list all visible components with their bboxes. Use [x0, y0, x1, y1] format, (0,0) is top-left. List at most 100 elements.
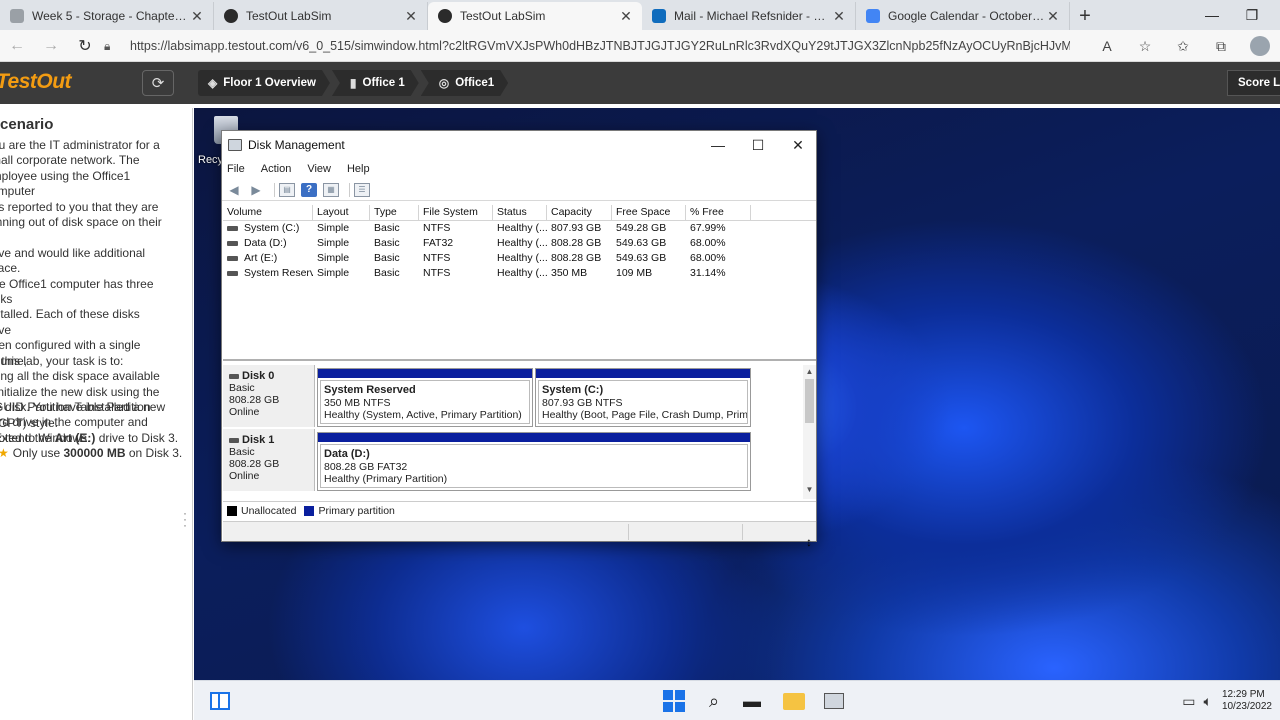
column-volume[interactable]: Volume	[223, 205, 313, 220]
url-text: https://labsimapp.testout.com/v6_0_515/s…	[130, 39, 1070, 53]
display-icon[interactable]: ▭	[1182, 693, 1195, 710]
resize-cursor-icon: ↕	[806, 535, 812, 549]
drive-icon	[227, 270, 238, 276]
console-tree-icon[interactable]: ▤	[279, 182, 295, 197]
column-type[interactable]: Type	[370, 205, 419, 220]
task-intro: In this lab, your task is to:	[0, 354, 124, 368]
tab-title: Google Calendar - October 2022	[888, 9, 1045, 23]
system-tray: ▭ 🔈︎ 12:29 PM 10/23/2022	[1182, 689, 1272, 713]
maximize-icon[interactable]: ☐	[738, 131, 778, 159]
browser-tab-bar: Week 5 - Storage - Chapter 5 - 2 ✕ TestO…	[0, 0, 1280, 30]
column-spacer	[751, 205, 816, 220]
column-capacity[interactable]: Capacity	[547, 205, 612, 220]
column-layout[interactable]: Layout	[313, 205, 370, 220]
minimize-icon[interactable]: —	[698, 131, 738, 159]
partition-system-reserved[interactable]: System Reserved 350 MB NTFS Healthy (Sys…	[317, 368, 533, 427]
favorite-add-icon[interactable]: ☆	[1126, 38, 1164, 55]
score-lab-button[interactable]: Score Lab	[1227, 70, 1280, 96]
outlook-favicon-icon	[652, 9, 666, 23]
browser-tab-2[interactable]: TestOut LabSim ✕	[214, 2, 428, 30]
taskview-panel-icon[interactable]	[208, 689, 232, 713]
table-row[interactable]: System (C:) Simple Basic NTFS Healthy (.…	[223, 221, 816, 236]
browser-tab-1[interactable]: Week 5 - Storage - Chapter 5 - 2 ✕	[0, 2, 214, 30]
star-icon: ★	[0, 446, 9, 460]
scenario-title: Scenario	[0, 116, 54, 133]
search-icon[interactable]: ⌕	[702, 689, 726, 713]
layers-icon: ◈	[208, 76, 218, 90]
browser-tab-4[interactable]: Mail - Michael Refsnider - Outlook ✕	[642, 2, 856, 30]
disk-icon	[229, 373, 239, 379]
tab-favicon-icon	[224, 9, 238, 23]
help-icon[interactable]: ?	[301, 182, 317, 197]
back-arrow-icon[interactable]: ◀	[226, 183, 242, 197]
restore-icon[interactable]: ❐	[1232, 0, 1272, 30]
tab-favicon-icon	[10, 9, 24, 23]
reload-icon[interactable]: ↻	[68, 30, 102, 62]
forward-arrow-icon[interactable]: ▶	[248, 183, 264, 197]
window-titlebar[interactable]: Disk Management — ☐ ✕	[222, 131, 816, 159]
table-row[interactable]: System Reserved Simple Basic NTFS Health…	[223, 266, 816, 281]
panel-resize-grip-icon[interactable]: · · ·	[180, 507, 190, 532]
collections-icon[interactable]: ⧉	[1202, 38, 1240, 55]
tab-close-icon[interactable]: ✕	[618, 8, 634, 25]
column-file-system[interactable]: File System	[419, 205, 493, 220]
toolbar: ◀ ▶ ▤ ? ▦ ☰	[222, 179, 816, 201]
address-bar: ← → ↻ 🔒︎ https://labsimapp.testout.com/v…	[0, 30, 1280, 62]
table-row[interactable]: Data (D:) Simple Basic FAT32 Healthy (..…	[223, 236, 816, 251]
menu-help[interactable]: Help	[347, 163, 370, 175]
column-percent-free[interactable]: % Free	[686, 205, 751, 220]
file-explorer-icon[interactable]	[782, 689, 806, 713]
refresh-icon: ⟳	[151, 75, 165, 92]
start-icon[interactable]	[662, 689, 686, 713]
disk-view-scrollbar[interactable]: ▲ ▼	[803, 365, 816, 499]
column-status[interactable]: Status	[493, 205, 547, 220]
favorites-icon[interactable]: ✩	[1164, 38, 1202, 55]
properties-icon[interactable]: ▦	[323, 182, 339, 197]
partition-legend: Unallocated Primary partition	[223, 501, 816, 519]
testout-logo: TestOut	[0, 70, 72, 93]
tab-close-icon[interactable]: ✕	[189, 8, 205, 25]
browser-tab-5[interactable]: Google Calendar - October 2022 ✕	[856, 2, 1070, 30]
table-row[interactable]: Art (E:) Simple Basic NTFS Healthy (... …	[223, 251, 816, 266]
breadcrumb-office[interactable]: ▮ Office 1	[332, 70, 419, 96]
task-view-icon[interactable]: ▬	[740, 689, 764, 713]
tab-close-icon[interactable]: ✕	[1045, 8, 1061, 25]
drive-icon	[227, 225, 238, 231]
menu-bar: File Action View Help	[222, 159, 816, 179]
disk-label-0[interactable]: Disk 0 Basic 808.28 GB Online	[223, 365, 315, 427]
volume-list: Volume Layout Type File System Status Ca…	[223, 205, 816, 361]
menu-action[interactable]: Action	[261, 163, 292, 175]
tab-close-icon[interactable]: ✕	[831, 8, 847, 25]
menu-file[interactable]: File	[227, 163, 245, 175]
partition-system-c[interactable]: System (C:) 807.93 GB NTFS Healthy (Boot…	[535, 368, 751, 427]
read-aloud-icon[interactable]: A	[1088, 38, 1126, 54]
scrollbar-thumb[interactable]	[805, 379, 814, 423]
scroll-down-icon[interactable]: ▼	[803, 485, 816, 494]
task-step-2: Extend the Art (E:) drive to Disk 3.	[0, 431, 179, 445]
tab-close-icon[interactable]: ✕	[403, 8, 419, 25]
breadcrumb-floor[interactable]: ◈ Floor 1 Overview	[198, 70, 330, 96]
back-icon[interactable]: ←	[0, 30, 34, 62]
new-tab-button[interactable]: +	[1070, 2, 1100, 30]
url-field[interactable]: 🔒︎ https://labsimapp.testout.com/v6_0_51…	[104, 34, 1104, 58]
disk-management-taskbar-icon[interactable]	[822, 689, 846, 713]
scenario-panel: Scenario You are the IT administrator fo…	[0, 108, 193, 720]
disk-management-icon	[228, 139, 242, 151]
forward-icon[interactable]: →	[34, 30, 68, 62]
profile-avatar[interactable]	[1250, 36, 1270, 56]
volume-icon[interactable]: 🔈︎	[1204, 693, 1212, 710]
browser-tab-3[interactable]: TestOut LabSim ✕	[428, 2, 642, 30]
close-icon[interactable]: ✕	[778, 131, 818, 159]
tab-title: TestOut LabSim	[246, 9, 332, 23]
menu-view[interactable]: View	[307, 163, 331, 175]
partition-data-d[interactable]: Data (D:) 808.28 GB FAT32 Healthy (Prima…	[317, 432, 751, 491]
breadcrumb-computer[interactable]: ◎ Office1	[421, 70, 508, 96]
view-icon[interactable]: ☰	[354, 182, 370, 197]
column-free-space[interactable]: Free Space	[612, 205, 686, 220]
drive-icon	[227, 255, 238, 261]
disk-label-1[interactable]: Disk 1 Basic 808.28 GB Online	[223, 429, 315, 491]
scroll-up-icon[interactable]: ▲	[803, 367, 816, 376]
clock[interactable]: 12:29 PM 10/23/2022	[1222, 689, 1272, 713]
minimize-icon[interactable]: —	[1192, 0, 1232, 30]
refresh-lab-button[interactable]: ⟳	[142, 70, 174, 96]
